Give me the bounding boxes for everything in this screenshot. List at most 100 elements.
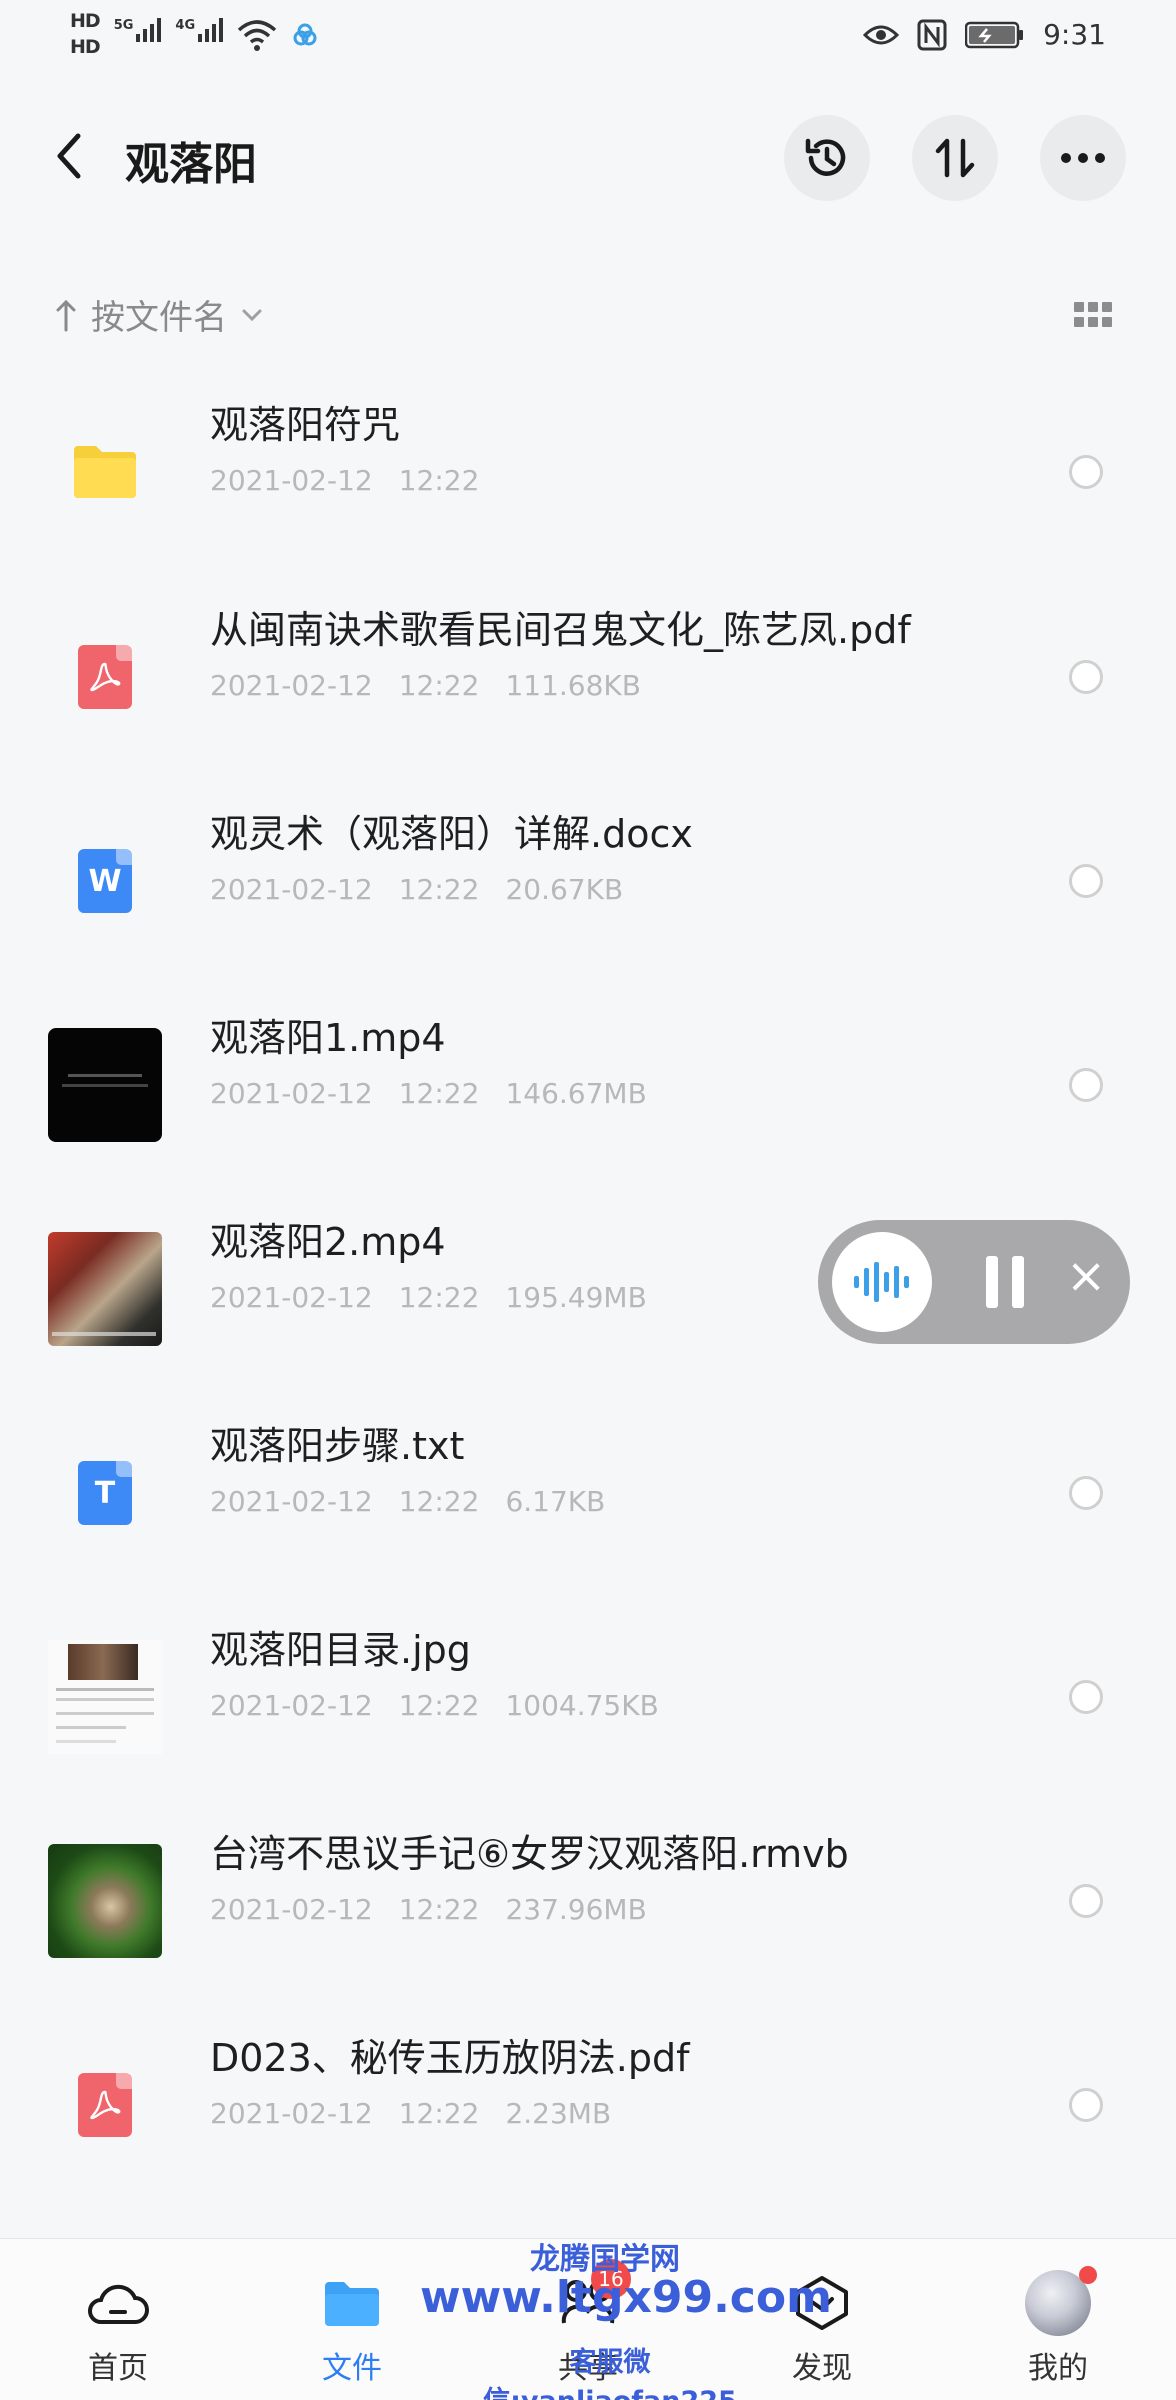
file-name: 观落阳步骤.txt — [210, 1424, 465, 1468]
file-row[interactable]: 观落阳目录.jpg 2021-02-12 12:22 1004.75KB — [0, 1595, 1176, 1799]
file-size: 20.67KB — [505, 873, 624, 906]
file-meta: 2021-02-12 12:22 195.49MB — [210, 1281, 673, 1314]
sort-label: 按文件名 — [91, 298, 227, 338]
select-radio[interactable] — [1069, 1884, 1103, 1918]
file-meta: 2021-02-12 12:22 146.67MB — [210, 1077, 673, 1110]
file-meta: 2021-02-12 12:22 111.68KB — [210, 669, 667, 702]
nav-discover-label: 发现 — [792, 2351, 852, 2386]
file-thumbnail — [48, 1640, 162, 1754]
file-name: 观落阳符咒 — [210, 403, 401, 447]
select-radio[interactable] — [1069, 660, 1103, 694]
file-row[interactable]: 观落阳1.mp4 2021-02-12 12:22 146.67MB — [0, 983, 1176, 1187]
select-radio[interactable] — [1069, 864, 1103, 898]
nav-home[interactable]: 首页 — [38, 2239, 198, 2400]
eye-comfort-icon — [863, 25, 900, 44]
transfer-button[interactable] — [912, 115, 998, 201]
file-thumbnail — [48, 1028, 162, 1142]
file-row[interactable]: D023、秘传玉历放阴法.pdf 2021-02-12 12:22 2.23MB — [0, 2003, 1176, 2207]
nav-files[interactable]: 文件 — [272, 2239, 432, 2400]
file-thumbnail — [48, 620, 162, 734]
history-icon — [805, 138, 846, 176]
status-bar: HD HD 5G 4G 9:31 — [0, 0, 1176, 80]
file-time: 12:22 — [398, 873, 480, 906]
file-size: 111.68KB — [505, 669, 641, 702]
hd-indicator-2: HD — [70, 36, 101, 58]
file-thumbnail — [48, 415, 162, 529]
select-radio[interactable] — [1069, 1476, 1103, 1510]
more-button[interactable] — [1040, 115, 1126, 201]
voice-wave-icon[interactable] — [832, 1232, 932, 1332]
file-meta: 2021-02-12 12:22 237.96MB — [210, 1893, 673, 1926]
status-clock: 9:31 — [1043, 18, 1106, 51]
nav-me[interactable]: 我的 — [978, 2239, 1138, 2400]
file-time: 12:22 — [398, 2097, 480, 2130]
grid-view-icon[interactable] — [1074, 302, 1112, 328]
file-time: 12:22 — [398, 1485, 480, 1518]
file-thumbnail: W — [48, 824, 162, 938]
file-size: 2.23MB — [505, 2097, 612, 2130]
file-size: 1004.75KB — [505, 1689, 659, 1722]
file-thumbnail: T — [48, 1436, 162, 1550]
file-name: 观灵术（观落阳）详解.docx — [210, 812, 693, 856]
file-time: 12:22 — [398, 669, 480, 702]
select-radio[interactable] — [1069, 455, 1103, 489]
pdf-file-icon — [78, 645, 132, 709]
more-icon — [1061, 153, 1105, 163]
file-name: 观落阳2.mp4 — [210, 1220, 446, 1264]
file-thumbnail — [48, 2048, 162, 2162]
video-thumbnail — [48, 1028, 162, 1142]
file-size: 146.67MB — [505, 1077, 647, 1110]
nav-files-label: 文件 — [322, 2351, 382, 2386]
file-date: 2021-02-12 — [210, 1689, 373, 1722]
transfer-icon — [935, 138, 975, 178]
watermark-url: www.ltgx99.com — [420, 2272, 832, 2323]
file-row[interactable]: W 观灵术（观落阳）详解.docx 2021-02-12 12:22 20.67KB — [0, 779, 1176, 983]
sort-selector[interactable]: 按文件名 — [55, 290, 263, 339]
file-meta: 2021-02-12 12:22 20.67KB — [210, 873, 649, 906]
file-thumbnail — [48, 1844, 162, 1958]
file-row[interactable]: 台湾不思议手记⑥女罗汉观落阳.rmvb 2021-02-12 12:22 237.96… — [0, 1799, 1176, 2003]
image-thumbnail — [48, 1640, 162, 1754]
file-meta: 2021-02-12 12:22 2.23MB — [210, 2097, 637, 2130]
file-date: 2021-02-12 — [210, 1077, 373, 1110]
history-button[interactable] — [784, 115, 870, 201]
pdf-file-icon — [78, 2073, 132, 2137]
file-time: 12:22 — [398, 1077, 480, 1110]
battery-icon — [965, 21, 1024, 48]
avatar — [1025, 2266, 1097, 2336]
pause-button[interactable] — [986, 1256, 1024, 1308]
file-time: 12:22 — [398, 1689, 480, 1722]
file-row[interactable]: 从闽南诀术歌看民间召鬼文化_陈艺凤.pdf 2021-02-12 12:22 111.… — [0, 575, 1176, 779]
select-radio[interactable] — [1069, 1068, 1103, 1102]
file-row[interactable]: T 观落阳步骤.txt 2021-02-12 12:22 6.17KB — [0, 1391, 1176, 1595]
top-bar: 观落阳 — [0, 110, 1176, 201]
file-name: D023、秘传玉历放阴法.pdf — [210, 2036, 690, 2080]
file-time: 12:22 — [398, 464, 480, 497]
pause-icon — [986, 1256, 998, 1308]
file-thumbnail — [48, 1232, 162, 1346]
app-notification-icon — [293, 23, 317, 46]
file-size: 195.49MB — [505, 1281, 647, 1314]
file-row[interactable]: 观落阳符咒 2021-02-12 12:22 — [0, 370, 1176, 574]
file-meta: 2021-02-12 12:22 — [210, 464, 505, 497]
select-radio[interactable] — [1069, 2088, 1103, 2122]
nav-me-label: 我的 — [1028, 2351, 1088, 2386]
signal-icon-sim2: 4G — [175, 18, 224, 42]
nfc-icon — [917, 19, 947, 50]
back-button[interactable] — [48, 130, 92, 182]
watermark-contact: 客服微信:yanliaofan225 — [483, 2347, 737, 2400]
voice-floating-player[interactable]: × — [818, 1220, 1130, 1344]
chevron-left-icon — [57, 133, 81, 179]
file-name: 观落阳目录.jpg — [210, 1628, 471, 1672]
file-size: 237.96MB — [505, 1893, 647, 1926]
file-time: 12:22 — [398, 1893, 480, 1926]
folder-icon — [319, 2273, 385, 2333]
close-player-button[interactable]: × — [1066, 1248, 1106, 1304]
file-name: 从闽南诀术歌看民间召鬼文化_陈艺凤.pdf — [210, 608, 911, 652]
file-name: 台湾不思议手记⑥女罗汉观落阳.rmvb — [210, 1832, 849, 1876]
select-radio[interactable] — [1069, 1680, 1103, 1714]
file-date: 2021-02-12 — [210, 1485, 373, 1518]
text-file-icon: T — [78, 1461, 132, 1525]
file-date: 2021-02-12 — [210, 873, 373, 906]
notification-dot — [1079, 2266, 1097, 2284]
